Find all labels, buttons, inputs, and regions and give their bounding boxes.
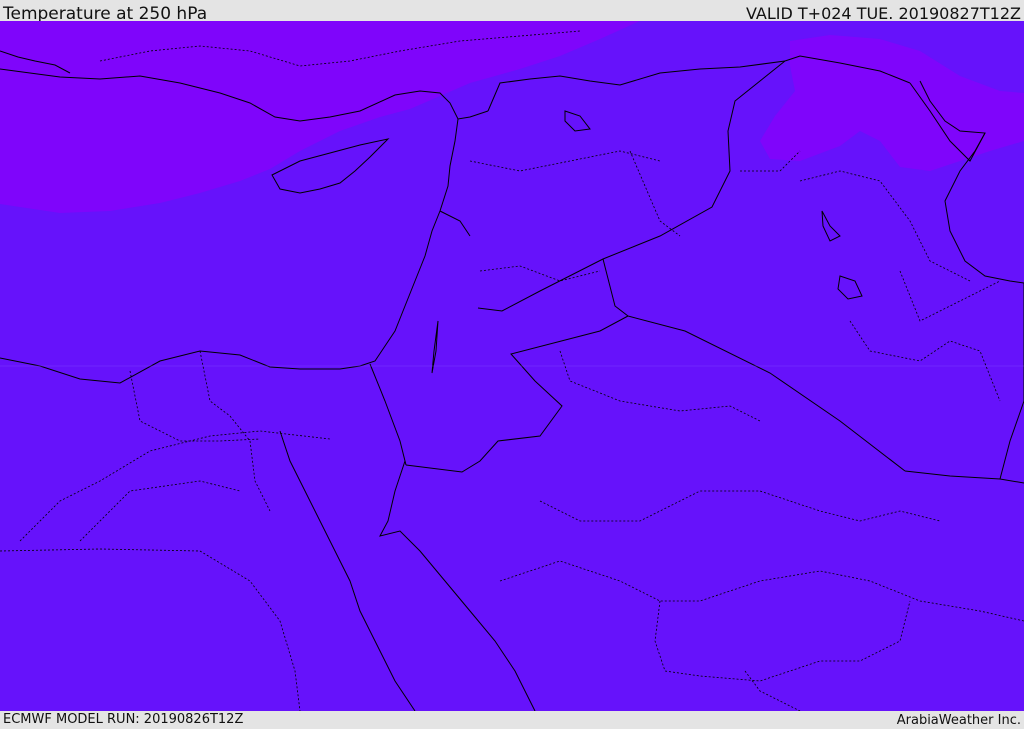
model-run-label: ECMWF MODEL RUN: 20190826T12Z	[3, 712, 244, 727]
map-canvas	[0, 21, 1024, 711]
header-bar: Temperature at 250 hPa VALID T+024 TUE. …	[0, 0, 1024, 24]
credit-label: ArabiaWeather Inc.	[896, 713, 1021, 728]
weather-map[interactable]	[0, 21, 1024, 711]
footer-bar: ECMWF MODEL RUN: 20190826T12Z ArabiaWeat…	[0, 711, 1024, 729]
